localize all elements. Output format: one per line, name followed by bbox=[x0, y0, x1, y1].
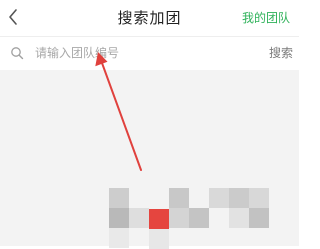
search-button[interactable]: 搜索 bbox=[269, 45, 293, 61]
team-id-search-input[interactable] bbox=[35, 42, 255, 64]
search-bar: 搜索 bbox=[0, 36, 299, 71]
my-team-link[interactable]: 我的团队 bbox=[242, 10, 290, 26]
top-nav-bar: 搜索加团 我的团队 bbox=[0, 0, 299, 36]
search-icon bbox=[11, 47, 24, 60]
results-area bbox=[0, 70, 299, 246]
